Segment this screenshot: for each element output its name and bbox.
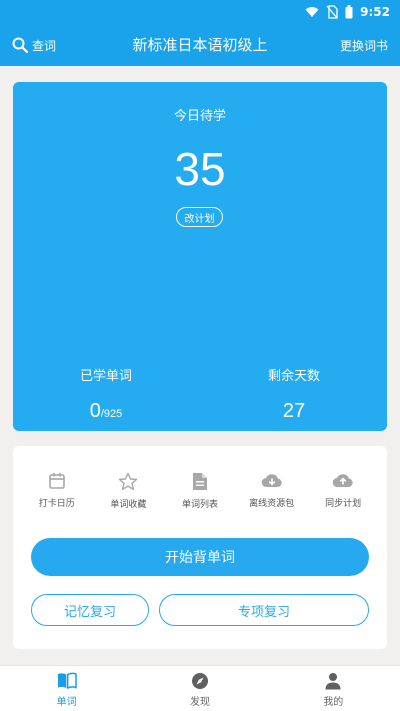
compass-icon (191, 673, 208, 689)
start-learning-button[interactable]: 开始背单词 (31, 538, 369, 576)
tool-label: 离线资源包 (249, 499, 295, 509)
bottom-tab-bar: 单词 发现 我的 (0, 665, 400, 711)
book-icon (57, 672, 77, 690)
change-plan-button[interactable]: 改计划 (176, 207, 223, 227)
learned-total: /925 (100, 408, 123, 420)
tool-word-list[interactable]: 单词列表 (167, 472, 233, 510)
memory-review-button[interactable]: 记忆复习 (31, 594, 149, 626)
tool-calendar[interactable]: 打卡日历 (24, 472, 90, 510)
special-review-button[interactable]: 专项复习 (159, 594, 369, 626)
actions-panel: 打卡日历 单词收藏 单词列表 离线资源包 同步计划 开始背单词 记忆复习 专项复… (13, 446, 387, 649)
no-sim-icon (326, 5, 338, 19)
person-icon (325, 673, 341, 690)
tab-profile[interactable]: 我的 (283, 666, 383, 711)
tool-offline-pack[interactable]: 离线资源包 (239, 472, 305, 510)
remaining-stat: 剩余天数 27 (224, 365, 364, 423)
today-label: 今日待学 (173, 109, 226, 124)
tool-label: 单词收藏 (110, 500, 147, 510)
tab-label: 发现 (189, 697, 210, 708)
wifi-icon (305, 7, 319, 17)
learned-label: 已学单词 (79, 369, 132, 384)
tab-words[interactable]: 单词 (17, 666, 117, 711)
tool-label: 单词列表 (181, 500, 218, 510)
remaining-label: 剩余天数 (267, 369, 320, 384)
tab-discover[interactable]: 发现 (150, 666, 250, 711)
tool-favorites[interactable]: 单词收藏 (95, 472, 161, 510)
status-bar: 9:52 (0, 0, 400, 24)
tool-label: 同步计划 (325, 499, 362, 509)
battery-icon (345, 5, 353, 19)
tab-label: 单词 (56, 697, 77, 708)
learned-stat: 已学单词 0/925 (36, 365, 176, 423)
document-icon (192, 473, 207, 490)
tool-label: 打卡日历 (38, 499, 75, 509)
status-time: 9:52 (360, 5, 390, 19)
cloud-download-icon (261, 474, 282, 488)
tool-sync-plan[interactable]: 同步计划 (310, 472, 376, 510)
remaining-value: 27 (282, 400, 306, 422)
tool-row: 打卡日历 单词收藏 单词列表 离线资源包 同步计划 (13, 472, 387, 510)
cloud-upload-icon (332, 474, 353, 488)
star-icon (119, 472, 138, 490)
tab-label: 我的 (323, 697, 344, 708)
top-bar: 查词 新标准日本语初级上 更换词书 (0, 24, 400, 66)
learned-value-group: 0/925 (36, 400, 176, 423)
learned-value: 0 (89, 400, 101, 422)
today-count: 35 (174, 143, 226, 195)
today-card: 今日待学 35 改计划 已学单词 0/925 剩余天数 27 (13, 82, 387, 431)
calendar-icon (48, 473, 65, 489)
switch-book-button[interactable]: 更换词书 (340, 37, 388, 54)
